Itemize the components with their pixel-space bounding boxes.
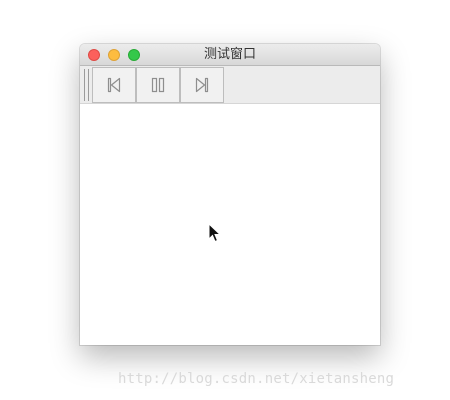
next-button[interactable] (180, 67, 224, 103)
toolbar-drag-handle[interactable] (84, 69, 89, 101)
previous-button[interactable] (92, 67, 136, 103)
skip-next-icon (195, 77, 209, 93)
watermark-text: http://blog.csdn.net/xietansheng (118, 371, 395, 387)
title-bar[interactable]: 测试窗口 (80, 44, 380, 66)
window-title: 测试窗口 (203, 47, 256, 62)
screen: 测试窗口 http://blog.csdn.net/xietansheng (0, 0, 450, 400)
mouse-pointer-icon (208, 223, 222, 243)
skip-previous-icon (107, 77, 121, 93)
toolbar (80, 66, 380, 104)
app-window: 测试窗口 (80, 44, 380, 345)
content-area[interactable] (80, 104, 380, 345)
pause-button[interactable] (136, 67, 180, 103)
pause-icon (151, 77, 165, 93)
